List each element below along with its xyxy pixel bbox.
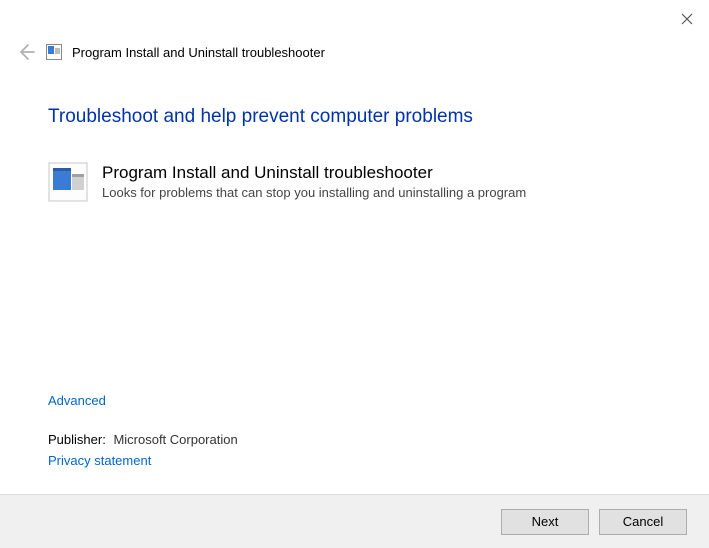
troubleshooter-icon-small [46,44,62,60]
lower-links-block: Advanced Publisher: Microsoft Corporatio… [48,393,238,468]
privacy-link[interactable]: Privacy statement [48,453,238,468]
item-title: Program Install and Uninstall troublesho… [102,162,526,184]
next-button[interactable]: Next [501,509,589,535]
footer-button-bar: Next Cancel [0,494,709,548]
advanced-link[interactable]: Advanced [48,393,238,408]
publisher-value: Microsoft Corporation [113,432,237,447]
window-title: Program Install and Uninstall troublesho… [72,45,325,60]
back-arrow-icon[interactable] [16,42,36,62]
publisher-label: Publisher: [48,432,106,447]
item-description: Looks for problems that can stop you ins… [102,185,526,200]
troubleshooter-text: Program Install and Uninstall troublesho… [102,162,526,200]
page-heading: Troubleshoot and help prevent computer p… [48,106,661,128]
troubleshooter-icon-large [48,162,88,202]
close-icon[interactable] [679,11,695,27]
cancel-button[interactable]: Cancel [599,509,687,535]
header-bar: Program Install and Uninstall troublesho… [0,38,709,66]
troubleshooter-item: Program Install and Uninstall troublesho… [48,162,661,202]
content-area: Troubleshoot and help prevent computer p… [0,66,709,202]
titlebar [0,0,709,38]
publisher-line: Publisher: Microsoft Corporation [48,432,238,447]
